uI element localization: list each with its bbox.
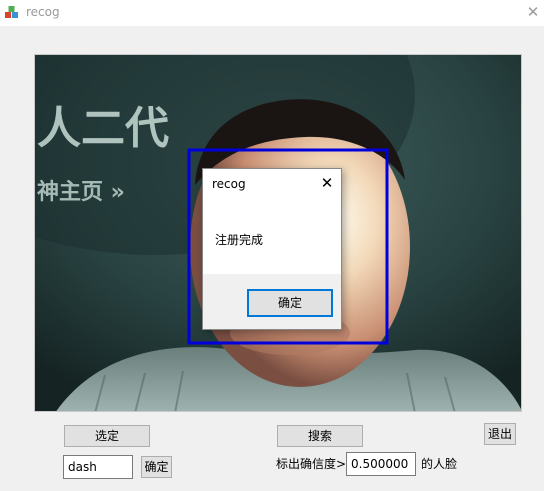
confirm-button[interactable]: 确定: [141, 456, 172, 478]
threshold-label: 标出确信度>: [276, 457, 347, 471]
background-sign-text: 人二代: [37, 103, 169, 154]
name-input[interactable]: dash: [63, 455, 133, 479]
exit-button[interactable]: 退出: [484, 423, 516, 445]
threshold-input[interactable]: 0.500000: [346, 452, 416, 476]
dialog-title: recog: [212, 177, 246, 191]
main-window: recog ✕ 人二代 神主页 » 选定 搜索 退出 dash 确定 标出确信度…: [0, 0, 544, 491]
background-sign-subtext: 神主页 »: [37, 179, 125, 205]
title-bar: recog ✕: [0, 0, 544, 26]
select-button[interactable]: 选定: [64, 425, 150, 447]
threshold-suffix-label: 的人脸: [421, 457, 458, 471]
dialog-ok-button[interactable]: 确定: [247, 289, 333, 317]
window-close-button[interactable]: ✕: [524, 3, 542, 21]
dialog-message: 注册完成: [215, 233, 264, 247]
dialog-close-button[interactable]: ✕: [317, 173, 337, 193]
app-cubes-icon: [4, 4, 20, 20]
search-button[interactable]: 搜索: [277, 425, 363, 447]
message-dialog: recog ✕ 注册完成 确定: [202, 168, 342, 330]
window-title: recog: [26, 5, 60, 19]
